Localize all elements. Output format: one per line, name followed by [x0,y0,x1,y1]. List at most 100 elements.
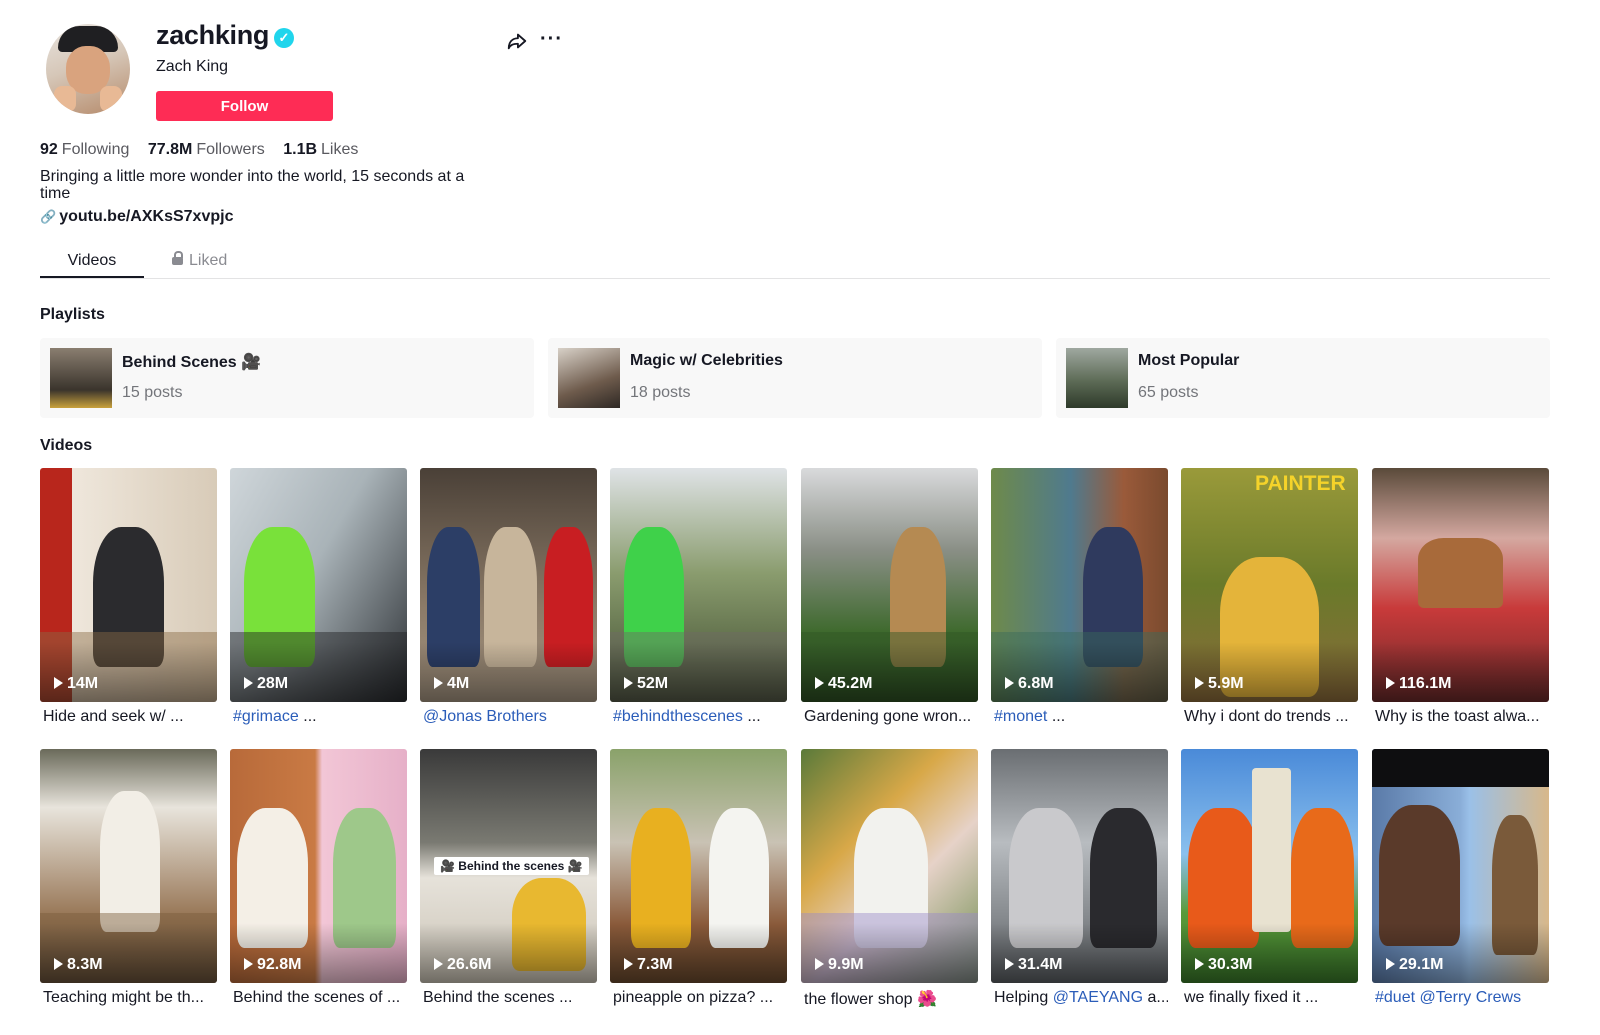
video-caption[interactable]: we finally fixed it ... [1181,989,1358,1007]
video-card[interactable]: 92.8M Behind the scenes of ... [230,749,407,1007]
view-count: 31.4M [1005,956,1062,974]
video-thumbnail: 45.2M [801,468,978,702]
playlist-count: 65 posts [1138,384,1199,401]
playlist-name: Most Popular [1138,352,1240,369]
play-icon [1386,958,1395,970]
view-count: 4M [434,675,469,693]
video-thumbnail: 52M [610,468,787,702]
play-icon [244,958,253,970]
follow-button[interactable]: Follow [156,91,333,121]
playlists-heading: Playlists [40,306,105,323]
view-count: 28M [244,675,288,693]
play-icon [624,677,633,689]
playlist-card[interactable]: Magic w/ Celebrities 18 posts [548,338,1042,418]
following-stat[interactable]: 92 Following [40,141,129,158]
playlist-card[interactable]: Most Popular 65 posts [1056,338,1550,418]
play-icon [815,677,824,689]
play-icon [1386,677,1395,689]
video-card[interactable]: 🎥 Behind the scenes 🎥 26.6M Behind the s… [420,749,597,1007]
view-count: 30.3M [1195,956,1252,974]
video-caption[interactable]: Why is the toast alwa... [1372,708,1549,726]
play-icon [434,958,443,970]
playlist-name: Magic w/ Celebrities [630,352,783,369]
likes-stat: 1.1B Likes [283,141,359,158]
view-count: 14M [54,675,98,693]
play-icon [1195,958,1204,970]
link-icon: 🔗 [40,209,57,224]
video-thumbnail: 31.4M [991,749,1168,983]
thumbnail-overlay-text: PAINTER [1255,472,1346,495]
video-card[interactable]: 28M #grimace ... [230,468,407,726]
video-thumbnail: 4M [420,468,597,702]
view-count: 5.9M [1195,675,1244,693]
view-count: 92.8M [244,956,301,974]
playlist-thumbnail [1066,348,1128,408]
profile-nickname: Zach King [156,58,229,75]
view-count: 45.2M [815,675,872,693]
profile-avatar [46,24,130,114]
video-caption[interactable]: @Jonas Brothers [420,708,597,726]
tab-liked[interactable]: Liked [172,251,227,270]
video-card[interactable]: 14M Hide and seek w/ ... [40,468,217,726]
video-thumbnail: 92.8M [230,749,407,983]
video-thumbnail: 8.3M [40,749,217,983]
video-card[interactable]: 45.2M Gardening gone wron... [801,468,978,726]
share-icon[interactable] [506,30,528,52]
playlist-thumbnail [50,348,112,408]
video-card[interactable]: 116.1M Why is the toast alwa... [1372,468,1549,726]
play-icon [434,677,443,689]
playlist-count: 15 posts [122,384,183,401]
video-thumbnail: 6.8M [991,468,1168,702]
behind-the-scenes-badge: 🎥 Behind the scenes 🎥 [434,857,589,875]
video-card[interactable]: PAINTER 5.9M Why i dont do trends ... [1181,468,1358,726]
view-count: 52M [624,675,668,693]
video-card[interactable]: 30.3M we finally fixed it ... [1181,749,1358,1007]
video-caption[interactable]: Hide and seek w/ ... [40,708,217,726]
video-caption[interactable]: Gardening gone wron... [801,708,978,726]
tabs-divider [40,278,1550,279]
video-caption[interactable]: the flower shop 🌺 [801,989,978,1009]
video-caption[interactable]: Behind the scenes of ... [230,989,407,1007]
playlist-card[interactable]: Behind Scenes 🎥 15 posts [40,338,534,418]
view-count: 29.1M [1386,956,1443,974]
video-caption[interactable]: Why i dont do trends ... [1181,708,1358,726]
play-icon [1005,677,1014,689]
video-caption[interactable]: #behindthescenes ... [610,708,787,726]
more-options-icon[interactable]: ··· [540,28,563,51]
video-caption[interactable]: #duet @Terry Crews [1372,989,1549,1007]
video-caption[interactable]: pineapple on pizza? ... [610,989,787,1007]
view-count: 7.3M [624,956,673,974]
video-card[interactable]: 52M #behindthescenes ... [610,468,787,726]
playlist-name: Behind Scenes 🎥 [122,354,262,371]
view-count: 8.3M [54,956,103,974]
video-card[interactable]: 29.1M #duet @Terry Crews [1372,749,1549,1007]
video-thumbnail: 7.3M [610,749,787,983]
video-card[interactable]: 31.4M Helping @TAEYANG a... [991,749,1168,1007]
video-thumbnail: 30.3M [1181,749,1358,983]
video-thumbnail: 🎥 Behind the scenes 🎥 26.6M [420,749,597,983]
video-card[interactable]: 6.8M #monet ... [991,468,1168,726]
profile-link[interactable]: 🔗 youtu.be/AXKsS7xvpjc [40,208,233,226]
play-icon [624,958,633,970]
video-caption[interactable]: Behind the scenes ... [420,989,597,1007]
profile-bio: Bringing a little more wonder into the w… [40,168,465,202]
video-thumbnail: 14M [40,468,217,702]
video-caption[interactable]: #grimace ... [230,708,407,726]
video-card[interactable]: 8.3M Teaching might be th... [40,749,217,1007]
followers-stat[interactable]: 77.8M Followers [148,141,265,158]
playlist-thumbnail [558,348,620,408]
tab-videos[interactable]: Videos [40,252,144,270]
video-thumbnail: PAINTER 5.9M [1181,468,1358,702]
video-caption[interactable]: #monet ... [991,708,1168,726]
video-card[interactable]: 9.9M the flower shop 🌺 [801,749,978,1009]
view-count: 116.1M [1386,675,1451,693]
playlist-count: 18 posts [630,384,691,401]
video-card[interactable]: 7.3M pineapple on pizza? ... [610,749,787,1007]
video-thumbnail: 28M [230,468,407,702]
video-card[interactable]: 4M @Jonas Brothers [420,468,597,726]
verified-badge-icon: ✓ [274,28,294,48]
video-caption[interactable]: Helping @TAEYANG a... [991,989,1168,1007]
view-count: 26.6M [434,956,491,974]
lock-icon [172,251,183,265]
video-caption[interactable]: Teaching might be th... [40,989,217,1007]
